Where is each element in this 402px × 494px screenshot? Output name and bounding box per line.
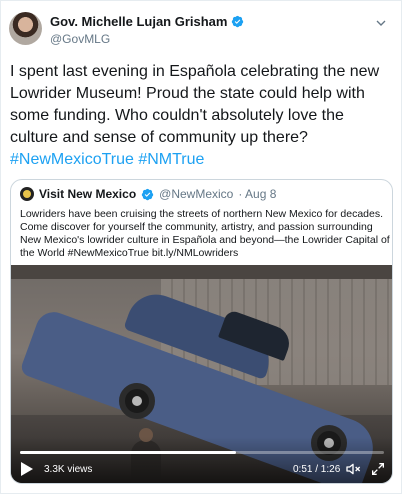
video-progress-fill [20, 451, 236, 454]
hashtag-link[interactable]: #NMTrue [138, 151, 204, 168]
quoted-avatar [20, 187, 34, 201]
tweet-text: I spent last evening in Española celebra… [10, 61, 395, 171]
video-frame-gutter [11, 265, 392, 279]
tweet-text-body: I spent last evening in Española celebra… [10, 63, 380, 146]
video-time: 0:51 / 1:26 [293, 464, 341, 475]
author-avatar[interactable] [9, 12, 42, 45]
video-controls: 3.3K views 0:51 / 1:26 [11, 437, 392, 483]
quoted-date: · Aug 8 [238, 187, 277, 201]
tweet: Gov. Michelle Lujan Grisham @GovMLG I sp… [0, 0, 402, 494]
author-name-row: Gov. Michelle Lujan Grisham [50, 14, 244, 29]
verified-badge-icon [232, 15, 244, 28]
fullscreen-icon[interactable] [370, 461, 386, 477]
verified-badge-icon [141, 188, 154, 200]
quoted-name: Visit New Mexico [39, 187, 137, 201]
quoted-header: Visit New Mexico @NewMexico · Aug 8 [20, 187, 276, 201]
quoted-tweet[interactable]: Visit New Mexico @NewMexico · Aug 8 Lowr… [10, 179, 393, 484]
play-icon[interactable] [20, 461, 34, 477]
author-block: Gov. Michelle Lujan Grisham @GovMLG [50, 14, 244, 46]
quoted-text: Lowriders have been cruising the streets… [20, 208, 390, 259]
author-name[interactable]: Gov. Michelle Lujan Grisham [50, 14, 227, 29]
video-progress-bar[interactable] [20, 451, 384, 454]
chevron-down-icon[interactable] [373, 15, 389, 31]
video-player[interactable]: 3.3K views 0:51 / 1:26 [11, 265, 392, 483]
video-frame-wheel [119, 383, 155, 419]
quoted-handle: @NewMexico [159, 187, 234, 201]
hashtag-link[interactable]: #NewMexicoTrue [10, 151, 134, 168]
video-views: 3.3K views [44, 464, 93, 475]
mute-icon[interactable] [345, 461, 361, 477]
author-handle[interactable]: @GovMLG [50, 32, 244, 46]
